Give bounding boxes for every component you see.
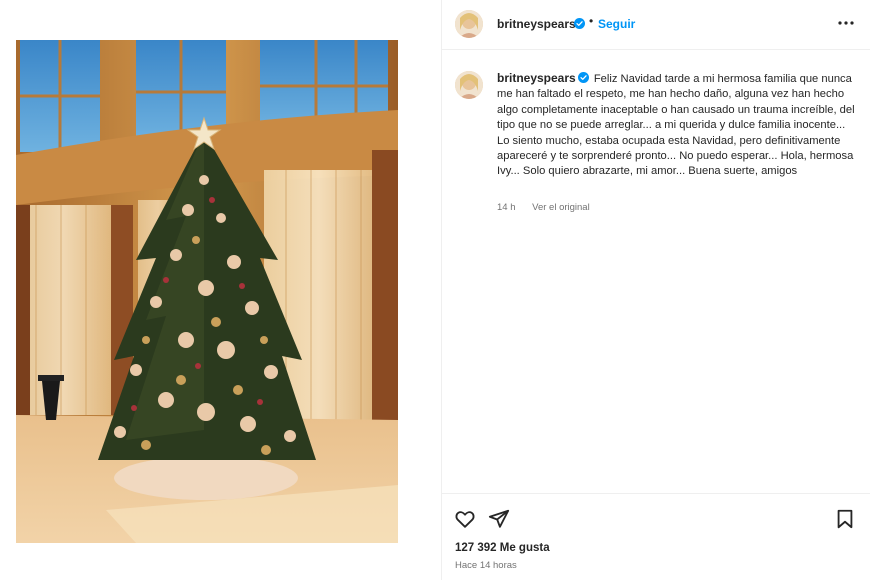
bookmark-icon[interactable]: [834, 508, 856, 530]
caption-text: Feliz Navidad tarde a mi hermosa familia…: [497, 73, 855, 178]
action-bar: 127 392 Me gusta Hace 14 horas: [442, 493, 870, 580]
see-original-link[interactable]: Ver el original: [532, 202, 590, 213]
caption-username[interactable]: britneyspears: [497, 71, 576, 85]
heart-icon[interactable]: [454, 508, 476, 530]
caption-meta: 14 h Ver el original: [497, 202, 604, 213]
caption: britneyspears Feliz Navidad tarde a mi h…: [497, 71, 857, 180]
verified-badge-icon: [574, 18, 585, 29]
username[interactable]: britneyspears: [497, 17, 576, 31]
post-timestamp: Hace 14 horas: [455, 560, 517, 571]
avatar[interactable]: [455, 71, 483, 99]
media-pane: [0, 0, 442, 580]
verified-badge-icon: [577, 72, 589, 83]
avatar[interactable]: [455, 10, 483, 38]
follow-button[interactable]: Seguir: [598, 17, 635, 31]
post-photo-christmas-tree[interactable]: [16, 40, 398, 543]
post-header: britneyspears • Seguir: [442, 0, 870, 50]
likes-count[interactable]: 127 392 Me gusta: [455, 542, 550, 554]
paper-plane-icon[interactable]: [488, 508, 510, 530]
more-options-icon[interactable]: [836, 13, 856, 33]
post-sidebar: britneyspears • Seguir britneyspears Fel…: [442, 0, 870, 580]
separator-dot: •: [589, 14, 594, 28]
post-age: 14 h: [497, 202, 516, 213]
